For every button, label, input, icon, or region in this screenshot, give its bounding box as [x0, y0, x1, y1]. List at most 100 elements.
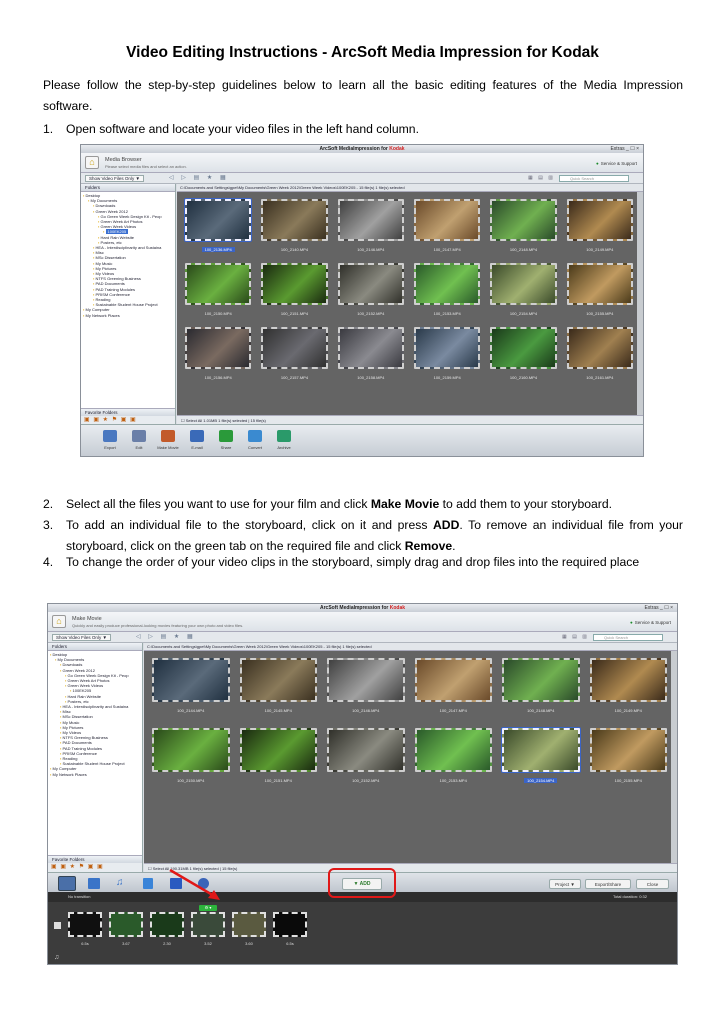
share-button[interactable]: Share: [211, 430, 241, 450]
step-text: Open software and locate your video file…: [66, 122, 419, 136]
clip-thumbnail[interactable]: 100_2148.MP4: [490, 199, 557, 253]
clip-filename: 100_2154.MP4: [509, 311, 538, 316]
clip-thumbnail[interactable]: 100_2156.MP4: [185, 327, 252, 381]
close-button[interactable]: Close: [636, 879, 669, 889]
clip-thumbnail[interactable]: 100_2140.MP4: [261, 199, 328, 253]
project-dropdown[interactable]: Project ▼: [549, 879, 581, 889]
path-bar: C:\Documents and Settings\gpet\My Docume…: [144, 643, 677, 651]
show-video-files-dropdown[interactable]: Show Video Files Only ▼: [52, 634, 111, 641]
make-movie-button[interactable]: Make Movie: [153, 430, 183, 450]
clip-thumbnail[interactable]: 100_2161.MP4: [566, 327, 633, 381]
clip-filename: 100_2136.MP4: [201, 247, 235, 252]
home-icon[interactable]: ⌂: [52, 615, 66, 628]
archive-button[interactable]: Archive: [269, 430, 299, 450]
clip-thumbnail[interactable]: 100_2146.MP4: [327, 658, 405, 714]
share-icon: [219, 430, 233, 442]
clip-thumbnail[interactable]: 100_2146.MP4: [337, 199, 404, 253]
e-mail-button[interactable]: E-mail: [182, 430, 212, 450]
clip-thumbnail[interactable]: 100_2152.MP4: [327, 728, 405, 784]
clip-thumbnail[interactable]: 100_2157.MP4: [261, 327, 328, 381]
clip-frame: [261, 327, 328, 369]
clip-thumbnail[interactable]: 100_2147.MP4: [414, 199, 481, 253]
service-support-link[interactable]: Service & Support: [630, 620, 671, 625]
clip-thumbnail[interactable]: 100_2151.MP4: [261, 263, 328, 317]
text-tab-icon[interactable]: [143, 878, 153, 889]
clip-frame: [589, 728, 667, 772]
clip-thumbnail[interactable]: 100_2152.MP4: [337, 263, 404, 317]
tree-item[interactable]: ▪ My Network Places: [83, 313, 175, 318]
storyboard-clip[interactable]: [273, 912, 307, 937]
window-controls[interactable]: Extras _ ☐ ×: [610, 145, 639, 153]
storyboard-clip[interactable]: [150, 912, 184, 937]
storyboard-clip[interactable]: [191, 912, 225, 937]
clip-thumbnail[interactable]: 100_2153.MP4: [414, 263, 481, 317]
photo-tab-icon[interactable]: [88, 878, 100, 889]
scrollbar[interactable]: [637, 192, 643, 415]
clip-thumbnail[interactable]: 100_2151.MP4: [239, 728, 317, 784]
clip-filename: 100_2158.MP4: [357, 375, 385, 380]
clip-thumbnail[interactable]: 100_2155.MP4: [589, 728, 667, 784]
clip-frame: [327, 658, 405, 702]
clip-thumbnail[interactable]: 100_2155.MP4: [566, 263, 633, 317]
music-tab-icon[interactable]: ♫: [116, 877, 124, 888]
clip-filename: 100_2145.MP4: [264, 708, 292, 713]
export-share-button[interactable]: Export/Share: [585, 879, 631, 889]
window-controls[interactable]: Extras _ ☐ ×: [644, 604, 673, 612]
clip-filename: 100_2154.MP4: [524, 778, 558, 783]
make-movie-icon: [161, 430, 175, 442]
clip-thumbnail[interactable]: 100_2154.MP4: [490, 263, 557, 317]
clip-thumbnail[interactable]: 100_2150.MP4: [152, 728, 230, 784]
video-tab-icon[interactable]: [58, 876, 76, 891]
folder-tree[interactable]: ▪ Desktop ▪ My Documents ▪ Downloads ▪ Gree…: [81, 192, 175, 318]
clip-duration: 6.5s: [286, 941, 294, 946]
scrollbar[interactable]: [671, 651, 677, 863]
convert-button[interactable]: Convert: [240, 430, 270, 450]
search-input[interactable]: Quick Search: [559, 175, 629, 182]
storyboard-clip[interactable]: [232, 912, 266, 937]
header-title: Media Browser: [105, 157, 142, 163]
folders-header: Folders: [81, 184, 175, 192]
toolbar-nav-icons[interactable]: ◁ ▷ ▤ ★ ▦: [169, 175, 229, 182]
app-header: ⌂ Make Movie Quickly and easily produce …: [48, 612, 677, 632]
clip-thumbnail[interactable]: 100_2147.MP4: [414, 658, 492, 714]
convert-icon: [248, 430, 262, 442]
clip-thumbnail[interactable]: 100_2148.MP4: [502, 658, 580, 714]
clip-thumbnail[interactable]: 100_2136.MP4: [185, 199, 252, 253]
clip-thumbnail[interactable]: 100_2159.MP4: [414, 327, 481, 381]
step-3: 3. To add an individual file to the stor…: [43, 518, 683, 553]
add-highlight-box: [328, 868, 396, 898]
tree-item[interactable]: ▪ My Network Places: [50, 772, 142, 777]
view-mode-icons[interactable]: ▦ ▤ ▥: [528, 175, 555, 182]
storyboard-clip[interactable]: [68, 912, 102, 937]
clip-filename: 100_2147.MP4: [433, 247, 461, 252]
clip-thumbnail[interactable]: 100_2149.MP4: [566, 199, 633, 253]
show-video-files-dropdown[interactable]: Show Video Files Only ▼: [85, 175, 144, 182]
clip-thumbnail[interactable]: 100_2158.MP4: [337, 327, 404, 381]
clip-thumbnail[interactable]: 100_2153.MP4: [414, 728, 492, 784]
step-number: 1.: [43, 122, 54, 136]
folder-tree[interactable]: ▪ Desktop ▪ My Documents ▪ Downloads ▪ Gree…: [48, 651, 142, 777]
storyboard-clip[interactable]: [109, 912, 143, 937]
clip-thumbnail[interactable]: 100_2150.MP4: [185, 263, 252, 317]
search-input[interactable]: Quick Search: [593, 634, 663, 641]
clip-green-tab[interactable]: ⚙ ▾: [199, 905, 217, 911]
header-subtitle: Please select media files and select an …: [105, 164, 187, 169]
folder-sidebar: Folders ▪ Desktop ▪ My Documents ▪ Downloa…: [48, 643, 143, 872]
action-label: Make Movie: [157, 445, 179, 450]
export-button[interactable]: Export: [95, 430, 125, 450]
edit-button[interactable]: Edit: [124, 430, 154, 450]
home-icon[interactable]: ⌂: [85, 156, 99, 169]
view-mode-icons[interactable]: ▦ ▤ ▥: [562, 634, 589, 641]
clip-thumbnail[interactable]: 100_2154.MP4: [502, 728, 580, 784]
clip-thumbnail[interactable]: 100_2144.MP4: [152, 658, 230, 714]
clip-frame: [414, 199, 481, 241]
toolbar-nav-icons[interactable]: ◁ ▷ ▤ ★ ▦: [136, 634, 196, 641]
favorite-icons[interactable]: ▣ ▣ ★ ⚑ ▣ ▣: [48, 863, 142, 872]
clip-thumbnail[interactable]: 100_2145.MP4: [239, 658, 317, 714]
clip-thumbnail[interactable]: 100_2149.MP4: [589, 658, 667, 714]
clip-frame: [566, 327, 633, 369]
service-support-link[interactable]: Service & Support: [596, 161, 637, 166]
storyboard-side-icon[interactable]: [54, 922, 61, 929]
step-4: 4. To change the order of your video cli…: [43, 555, 640, 569]
clip-thumbnail[interactable]: 100_2160.MP4: [490, 327, 557, 381]
